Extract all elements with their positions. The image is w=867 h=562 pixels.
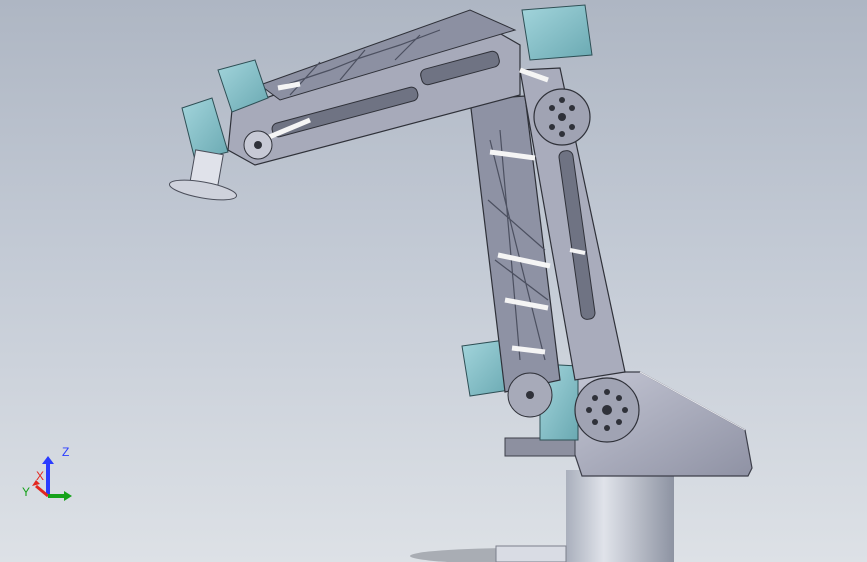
base-cylinder — [495, 470, 674, 562]
wrist-joint-disk — [243, 130, 273, 160]
robot-arm-model[interactable] — [0, 0, 867, 562]
shoulder-secondary-disk — [507, 372, 553, 418]
x-axis-label: X — [36, 469, 44, 483]
z-axis-label: Z — [62, 445, 69, 459]
shoulder-joint-disk — [574, 377, 640, 443]
y-axis-label: Y — [22, 485, 30, 499]
end-effector — [168, 149, 238, 201]
axis-triad: Z X Y — [22, 445, 72, 501]
y-axis-arrow — [48, 491, 72, 501]
cad-viewport[interactable]: Z X Y — [0, 0, 867, 562]
elbow-motor — [521, 4, 593, 61]
elbow-joint-disk — [533, 88, 591, 146]
